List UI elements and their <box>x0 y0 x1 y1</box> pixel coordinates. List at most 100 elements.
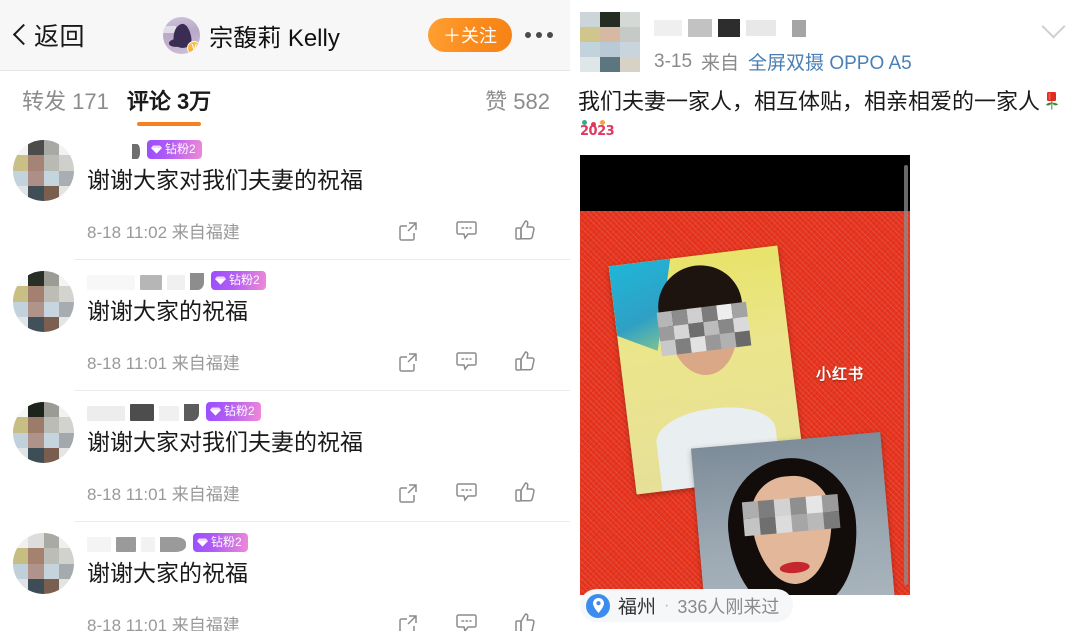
status-badge: 钻粉2 <box>193 532 248 552</box>
comment-meta: 8-18 11:02 来自福建 <box>87 218 550 259</box>
avatar[interactable] <box>13 271 74 332</box>
map-pin-icon <box>586 593 610 618</box>
avatar[interactable] <box>13 402 74 463</box>
navbar: 返回 V 宗馥莉 Kelly ＋关注 <box>0 0 570 71</box>
avatar[interactable] <box>13 140 74 201</box>
image-black-band <box>580 154 910 211</box>
comment-timestamp: 8-18 11:02 来自福建 <box>87 223 240 242</box>
navbar-username: 宗馥莉 Kelly <box>209 24 340 52</box>
share-icon[interactable] <box>397 220 419 242</box>
post-header-body: 3-15 来自 全屏双摄 OPPO A5 <box>640 12 1066 75</box>
tab-bar: 转发 171 评论 3万 赞 582 <box>0 71 570 128</box>
comment-timestamp: 8-18 11:01 来自福建 <box>87 616 240 631</box>
diamond-icon <box>197 538 208 547</box>
pixelated-avatar-icon <box>13 140 74 201</box>
scrollbar[interactable] <box>904 164 908 585</box>
diamond-icon <box>215 276 226 285</box>
likes-count[interactable]: 赞 582 <box>485 84 550 116</box>
blurred-username-icon <box>87 533 186 552</box>
comment-author-line: 钻粉2 <box>87 394 550 428</box>
share-icon[interactable] <box>397 613 419 631</box>
avatar[interactable]: V <box>163 16 201 54</box>
post-meta: 3-15 来自 全屏双摄 OPPO A5 <box>654 48 1066 75</box>
post-header: 3-15 来自 全屏双摄 OPPO A5 <box>570 0 1080 75</box>
comment-actions <box>397 612 550 631</box>
comment-text: 谢谢大家的祝福 <box>87 560 248 586</box>
comment-icon[interactable] <box>455 351 478 372</box>
comment-row[interactable]: 钻粉2 谢谢大家对我们夫妻的祝福 8-18 11:01 来自福建 <box>0 390 570 521</box>
comment-actions <box>397 219 550 242</box>
blurred-username-icon <box>87 140 140 159</box>
navbar-user[interactable]: V 宗馥莉 Kelly <box>75 16 428 54</box>
comment-row[interactable]: 钻粉2 谢谢大家对我们夫妻的祝福 8-18 11:02 来自福建 <box>0 128 570 259</box>
comment-icon[interactable] <box>455 482 478 503</box>
avatar[interactable] <box>580 12 640 72</box>
comment-icon[interactable] <box>455 613 478 631</box>
verified-badge-icon: V <box>187 40 201 54</box>
blurred-username-icon <box>87 402 199 421</box>
pixelated-avatar-icon <box>13 533 74 594</box>
tab-reposts[interactable]: 转发 171 <box>13 71 118 128</box>
status-badge: 钻粉2 <box>211 270 266 290</box>
comment-body: 钻粉2 谢谢大家对我们夫妻的祝福 8-18 11:02 来自福建 <box>74 128 550 259</box>
comment-timestamp: 8-18 11:01 来自福建 <box>87 354 240 373</box>
back-button[interactable]: 返回 <box>10 17 85 53</box>
status-badge-label: 钻粉2 <box>224 404 255 418</box>
like-icon[interactable] <box>514 481 536 504</box>
post-text: 我们夫妻一家人，相互体贴，相亲相爱的一家人 2023 <box>570 75 1080 143</box>
comment-author-line: 钻粉2 <box>87 132 550 166</box>
avatar[interactable] <box>13 533 74 594</box>
location-visits: 336人刚来过 <box>677 596 780 617</box>
pixelated-avatar-icon <box>13 271 74 332</box>
chevron-left-icon <box>10 22 30 48</box>
comment-body: 钻粉2 谢谢大家的祝福 8-18 11:01 来自福建 <box>74 259 570 390</box>
post-image[interactable]: 小红书 <box>580 154 910 595</box>
like-icon[interactable] <box>514 612 536 631</box>
comment-text: 谢谢大家的祝福 <box>87 298 248 324</box>
share-icon[interactable] <box>397 351 419 373</box>
chevron-down-icon[interactable] <box>1040 12 1068 40</box>
comment-author-line: 钻粉2 <box>87 263 550 297</box>
follow-button[interactable]: ＋关注 <box>428 18 512 52</box>
comment-timestamp: 8-18 11:01 来自福建 <box>87 485 240 504</box>
like-icon[interactable] <box>514 350 536 373</box>
location-city: 福州 <box>618 597 657 618</box>
blurred-username-icon <box>654 18 1066 38</box>
post-date: 3-15 <box>654 50 693 72</box>
comment-text: 谢谢大家对我们夫妻的祝福 <box>87 167 363 193</box>
weibo-comment-panel: 返回 V 宗馥莉 Kelly ＋关注 转发 171 评论 3万 赞 582 钻粉… <box>0 0 570 631</box>
screenshot-root: 返回 V 宗馥莉 Kelly ＋关注 转发 171 评论 3万 赞 582 钻粉… <box>0 0 1080 631</box>
post-text-content: 我们夫妻一家人，相互体贴，相亲相爱的一家人 <box>578 89 1041 114</box>
status-badge-label: 钻粉2 <box>165 142 196 156</box>
tab-reposts-label: 转发 171 <box>22 88 109 114</box>
comment-row[interactable]: 钻粉2 谢谢大家的祝福 8-18 11:01 来自福建 <box>0 521 570 631</box>
status-badge-label: 钻粉2 <box>211 535 242 549</box>
comment-body: 钻粉2 谢谢大家的祝福 8-18 11:01 来自福建 <box>74 521 570 631</box>
tab-active-underline <box>137 122 201 126</box>
share-icon[interactable] <box>397 482 419 504</box>
like-icon[interactable] <box>514 219 536 242</box>
post-from-label: 来自 <box>701 53 740 74</box>
tab-comments-label: 评论 3万 <box>126 88 212 114</box>
tab-comments[interactable]: 评论 3万 <box>118 71 220 128</box>
comment-icon[interactable] <box>455 220 478 241</box>
diamond-icon <box>210 407 221 416</box>
comment-actions <box>397 481 550 504</box>
comment-meta: 8-18 11:01 来自福建 <box>87 611 550 631</box>
more-horizontal-icon[interactable] <box>512 32 557 38</box>
comment-author-line: 钻粉2 <box>87 525 550 559</box>
status-badge: 钻粉2 <box>206 401 261 421</box>
comment-meta: 8-18 11:01 来自福建 <box>87 349 550 390</box>
pixelated-avatar-icon <box>13 402 74 463</box>
status-badge: 钻粉2 <box>147 139 202 159</box>
location-badge[interactable]: 福州 · 336人刚来过 <box>580 589 794 622</box>
comment-text: 谢谢大家对我们夫妻的祝福 <box>87 429 363 455</box>
comment-row[interactable]: 钻粉2 谢谢大家的祝福 8-18 11:01 来自福建 <box>0 259 570 390</box>
blurred-username-icon <box>87 271 204 290</box>
weibo-post-panel: 3-15 来自 全屏双摄 OPPO A5 我们夫妻一家人，相互体贴，相亲相爱的一… <box>570 0 1080 631</box>
post-source-link[interactable]: 全屏双摄 OPPO A5 <box>748 48 912 75</box>
watermark-text: 小红书 <box>816 365 865 383</box>
status-badge-label: 钻粉2 <box>229 273 260 287</box>
diamond-icon <box>151 145 162 154</box>
divider <box>74 259 570 260</box>
